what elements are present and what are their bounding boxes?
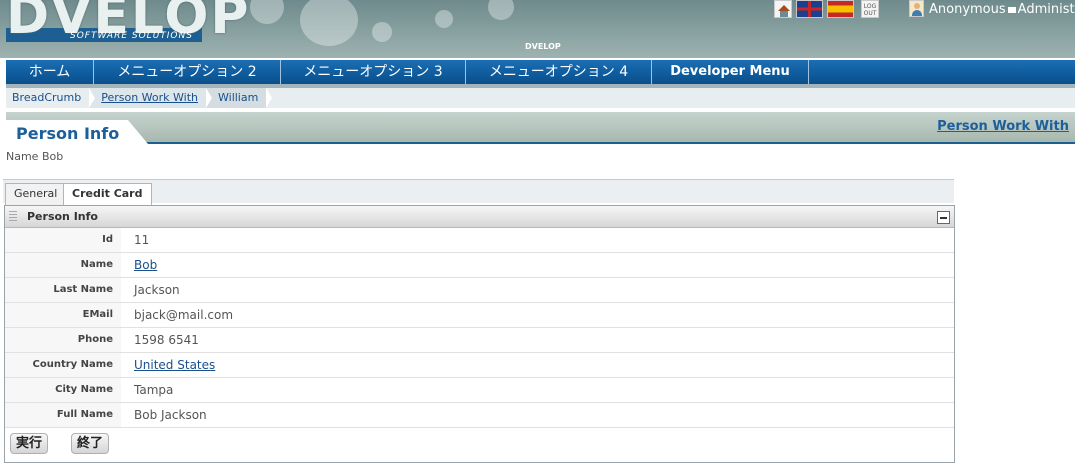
person-work-with-link[interactable]: Person Work With [937, 119, 1069, 134]
nav-item-option-4[interactable]: メニューオプション 4 [466, 60, 652, 84]
country-link[interactable]: United States [134, 353, 215, 378]
mini-logo: DVELOP [525, 42, 561, 51]
nav-item-home[interactable]: ホーム [6, 60, 94, 84]
nav-item-option-2[interactable]: メニューオプション 2 [94, 60, 281, 84]
breadcrumb: BreadCrumb Person Work With William [6, 88, 1075, 108]
tab-general[interactable]: General [5, 183, 67, 205]
spain-flag-icon[interactable] [827, 0, 854, 18]
field-value: Tampa [134, 383, 174, 397]
person-info-panel: Person Info Id 11 Name Bob Last Name Jac… [4, 205, 955, 463]
field-row-name: Name Bob [5, 253, 954, 278]
field-value: bjack@mail.com [134, 308, 234, 322]
uk-flag-icon[interactable] [796, 0, 823, 18]
field-label: Last Name [5, 278, 121, 302]
field-label: City Name [5, 378, 121, 402]
logout-icon[interactable]: LOG OUT [861, 0, 879, 18]
field-value: 11 [134, 233, 150, 247]
field-label: EMail [5, 303, 121, 327]
field-value: Jackson [134, 283, 180, 297]
field-row-country-name: Country Name United States [5, 353, 954, 378]
tab-credit-card[interactable]: Credit Card [63, 183, 152, 206]
decor-bubble [435, 10, 453, 28]
user-separator-icon [1007, 6, 1016, 13]
decor-bubble [250, 0, 284, 24]
button-row: 実行 終了 [5, 428, 954, 458]
logo-subtitle: SOFTWARE SOLUTIONS [70, 31, 193, 41]
nav-bar: ホーム メニューオプション 2 メニューオプション 3 メニューオプション 4 … [6, 60, 1075, 84]
header-banner: DVELOP SOFTWARE SOLUTIONS DVELOP LOG OUT… [0, 0, 1075, 58]
name-summary: Name Bob [6, 150, 64, 163]
field-row-phone: Phone 1598 6541 [5, 328, 954, 353]
field-label: Country Name [5, 353, 121, 377]
drag-grip-icon[interactable] [9, 211, 17, 223]
user-name: Anonymous [929, 2, 1006, 17]
decor-bubble [300, 0, 358, 46]
name-link[interactable]: Bob [134, 253, 157, 278]
user-role: Administ [1017, 2, 1075, 17]
main-nav: ホーム メニューオプション 2 メニューオプション 3 メニューオプション 4 … [0, 58, 1075, 84]
field-row-city-name: City Name Tampa [5, 378, 954, 403]
panel-title: Person Info [27, 210, 98, 223]
nav-item-developer-menu[interactable]: Developer Menu [652, 60, 809, 84]
tab-strip: General Credit Card [3, 179, 954, 206]
execute-button[interactable]: 実行 [10, 433, 49, 454]
field-row-last-name: Last Name Jackson [5, 278, 954, 303]
field-label: Full Name [5, 403, 121, 427]
home-icon[interactable] [774, 0, 792, 18]
panel-header: Person Info [5, 206, 954, 228]
breadcrumb-current: William [206, 88, 273, 108]
field-value: Bob Jackson [134, 408, 207, 422]
field-label: Id [5, 228, 121, 252]
decor-bubble [372, 22, 392, 42]
field-row-id: Id 11 [5, 228, 954, 253]
user-avatar-icon [909, 0, 924, 17]
page-title: Person Info [16, 124, 120, 143]
decor-bubble [488, 0, 514, 20]
field-label: Name [5, 253, 121, 277]
field-label: Phone [5, 328, 121, 352]
field-row-full-name: Full Name Bob Jackson [5, 403, 954, 428]
nav-item-option-3[interactable]: メニューオプション 3 [281, 60, 466, 84]
close-button[interactable]: 終了 [71, 433, 110, 454]
user-info: Anonymous Administ [929, 2, 1075, 17]
title-bar: Person Info Person Work With [6, 112, 1075, 144]
field-value: 1598 6541 [134, 333, 199, 347]
breadcrumb-root[interactable]: BreadCrumb [6, 88, 96, 108]
field-row-email: EMail bjack@mail.com [5, 303, 954, 328]
breadcrumb-person-work-with[interactable]: Person Work With [89, 88, 212, 108]
collapse-icon[interactable] [937, 211, 950, 224]
